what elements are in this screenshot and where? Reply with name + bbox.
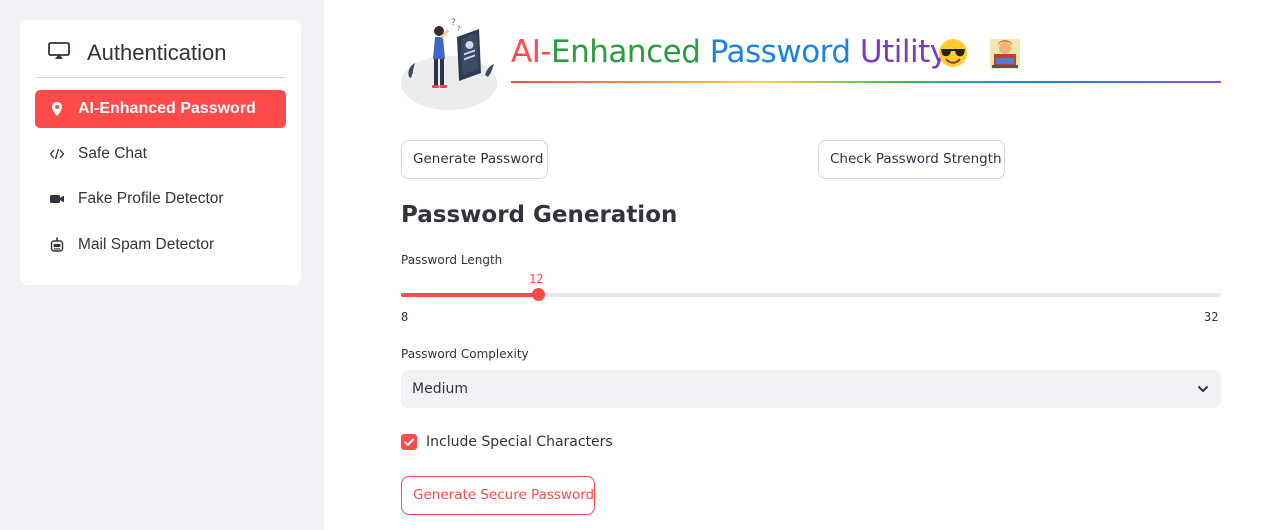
main-content: ? ? AI-Enhanced Password Utility Generat…	[324, 0, 1280, 530]
svg-text:?: ?	[451, 18, 456, 28]
sidebar-item-safe-chat[interactable]: Safe Chat	[35, 135, 286, 173]
technologist-icon	[990, 39, 1020, 69]
sidebar-item-label: Mail Spam Detector	[78, 236, 215, 253]
menu-divider	[35, 77, 286, 78]
check-password-strength-button[interactable]: Check Password Strength	[818, 140, 1005, 179]
checkbox-label: Include Special Characters	[426, 434, 613, 450]
title-divider	[511, 81, 1221, 83]
generate-secure-password-button[interactable]: Generate Secure Password	[401, 476, 595, 515]
title-part: Password	[709, 34, 860, 70]
slider-thumb[interactable]	[532, 288, 545, 301]
title-part: AI-	[511, 34, 552, 70]
password-length-label: Password Length	[401, 253, 503, 267]
section-title: Password Generation	[401, 202, 678, 228]
sidebar-item-fake-profile-detector[interactable]: Fake Profile Detector	[35, 180, 286, 218]
generate-password-button[interactable]: Generate Password	[401, 140, 548, 179]
nav-menu: Authentication AI-Enhanced Password Safe…	[20, 20, 301, 285]
title-part: Enhanced	[551, 34, 710, 70]
chevron-down-icon	[1198, 386, 1208, 392]
svg-text:?: ?	[457, 25, 461, 33]
password-complexity-select[interactable]: Medium	[401, 370, 1221, 408]
title-emojis	[939, 39, 1020, 69]
slider-min-label: 8	[401, 310, 409, 324]
password-complexity-label: Password Complexity	[401, 347, 529, 361]
slider-fill	[401, 293, 538, 297]
select-value: Medium	[412, 381, 468, 397]
sidebar-item-label: Safe Chat	[78, 145, 147, 162]
slider-value: 12	[529, 272, 544, 286]
location-pin-icon	[52, 102, 62, 116]
sidebar: Authentication AI-Enhanced Password Safe…	[0, 0, 324, 530]
code-icon	[49, 148, 65, 160]
title-part: Utility	[859, 34, 948, 70]
slider-max-label: 32	[1204, 310, 1219, 324]
sidebar-item-label: AI-Enhanced Password	[78, 100, 256, 117]
video-camera-icon	[50, 195, 64, 203]
robot-icon	[50, 237, 64, 252]
password-length-slider[interactable]	[401, 288, 1221, 301]
user-security-illustration: ? ?	[401, 18, 497, 110]
sidebar-item-ai-enhanced-password[interactable]: AI-Enhanced Password	[35, 90, 286, 128]
menu-title: Authentication	[87, 40, 227, 65]
check-icon	[404, 438, 414, 446]
sidebar-item-label: Fake Profile Detector	[78, 190, 224, 207]
smiling-face-with-sunglasses-icon	[939, 39, 967, 67]
sidebar-item-mail-spam-detector[interactable]: Mail Spam Detector	[35, 226, 286, 264]
page-title: AI-Enhanced Password Utility	[511, 34, 948, 70]
display-icon	[48, 42, 70, 59]
menu-header: Authentication	[20, 20, 301, 78]
checkbox-box[interactable]	[401, 434, 417, 450]
